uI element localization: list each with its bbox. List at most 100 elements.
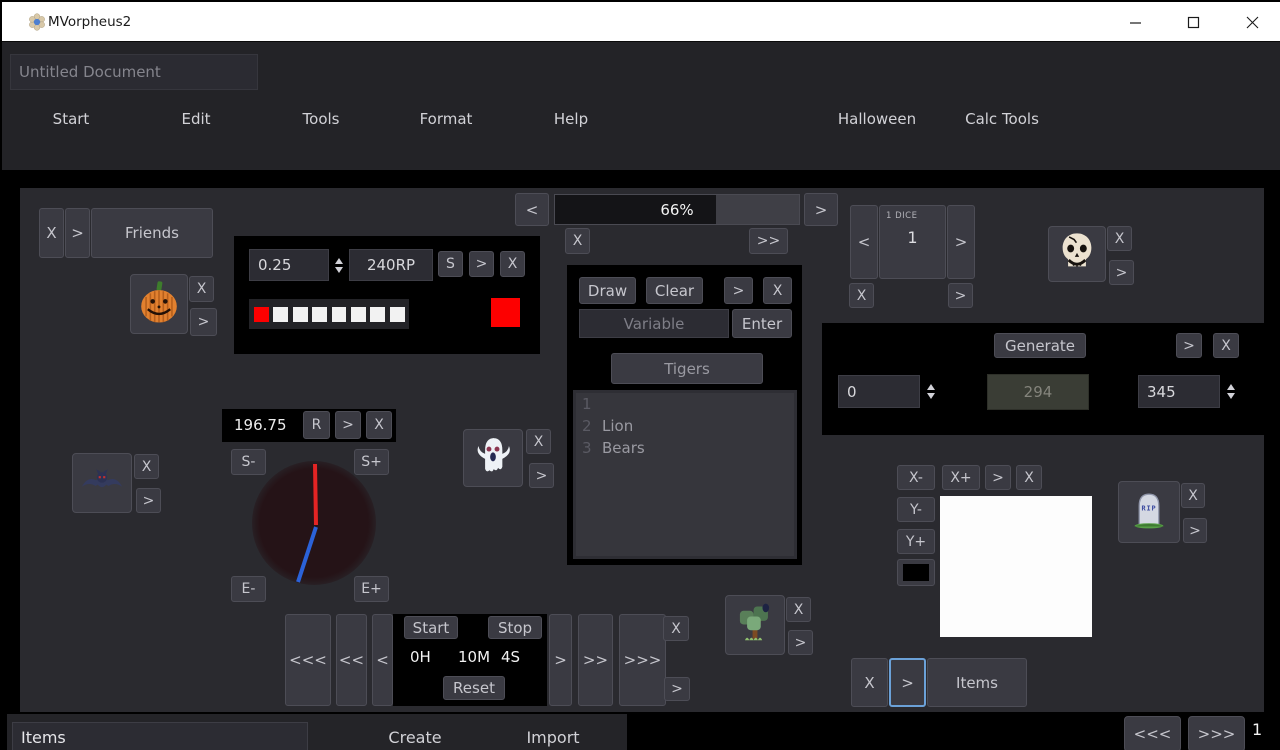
dial-pop-button[interactable]: >: [335, 411, 361, 439]
transport-fwd3-button[interactable]: >>>: [619, 614, 666, 706]
transport-fwd1-button[interactable]: >: [549, 614, 572, 706]
percent-inc-button[interactable]: >: [804, 193, 838, 226]
transport-back2-button[interactable]: <<: [336, 614, 367, 706]
dice-dec-button[interactable]: <: [850, 205, 878, 279]
transport-back3-button[interactable]: <<<: [285, 614, 331, 706]
page-back-button[interactable]: <<<: [1124, 716, 1181, 750]
reset-button[interactable]: Reset: [443, 676, 505, 700]
tree-pop-button[interactable]: >: [788, 630, 813, 655]
rate-value-input[interactable]: 0.25: [249, 249, 329, 281]
bat-close-button[interactable]: X: [134, 454, 159, 479]
transport-close-button[interactable]: X: [663, 616, 689, 641]
items-close-button[interactable]: X: [851, 658, 888, 707]
generate-button[interactable]: Generate: [994, 333, 1086, 358]
friends-close-button[interactable]: X: [39, 208, 64, 258]
variables-close-button[interactable]: X: [763, 277, 792, 304]
items-pop-button[interactable]: >: [889, 658, 926, 707]
menu-halloween[interactable]: Halloween: [838, 110, 916, 128]
start-button[interactable]: Start: [404, 616, 458, 639]
maximize-button[interactable]: [1170, 2, 1216, 42]
plot-close-button[interactable]: X: [1016, 465, 1042, 490]
pumpkin-pop-button[interactable]: >: [190, 308, 217, 336]
dial-close-button[interactable]: X: [366, 411, 392, 439]
tree-button[interactable]: [725, 595, 785, 655]
rate-close-button[interactable]: X: [500, 251, 525, 277]
rate-unit-field[interactable]: 240RP: [349, 249, 433, 281]
generate-close-button[interactable]: X: [1213, 333, 1239, 358]
menu-start[interactable]: Start: [53, 110, 90, 128]
plot-x-inc-button[interactable]: X+: [942, 465, 980, 490]
skull-pop-button[interactable]: >: [1109, 260, 1134, 285]
percent-value: 66%: [555, 195, 799, 224]
page-fwd-button[interactable]: >>>: [1188, 716, 1245, 750]
title-bar[interactable]: MVorpheus2: [2, 2, 1280, 42]
percent-bar[interactable]: 66%: [554, 194, 800, 225]
minimize-button[interactable]: [1112, 2, 1158, 42]
dial-e-dec-button[interactable]: E-: [231, 576, 266, 602]
tree-close-button[interactable]: X: [786, 597, 811, 622]
progress-square: [312, 307, 327, 322]
menu-edit[interactable]: Edit: [181, 110, 210, 128]
document-title-input[interactable]: Untitled Document: [10, 54, 258, 90]
bat-button[interactable]: [72, 453, 132, 513]
menu-format[interactable]: Format: [420, 110, 473, 128]
friends-pop-button[interactable]: >: [65, 208, 90, 258]
tombstone-pop-button[interactable]: >: [1183, 518, 1207, 543]
rate-spinner[interactable]: [330, 249, 348, 281]
variables-list[interactable]: 1 2 Lion 3 Bears: [573, 390, 797, 559]
bottom-create-menu[interactable]: Create: [388, 728, 441, 747]
draw-button[interactable]: Draw: [579, 277, 636, 304]
generate-pop-button[interactable]: >: [1176, 333, 1202, 358]
plot-y-inc-button[interactable]: Y+: [897, 529, 935, 554]
bottom-items-field[interactable]: Items: [12, 722, 308, 750]
dial-e-inc-button[interactable]: E+: [354, 576, 389, 602]
tombstone-button[interactable]: RIP: [1118, 481, 1180, 543]
variables-pop-button[interactable]: >: [724, 277, 753, 304]
skull-button[interactable]: [1048, 226, 1106, 282]
enter-button[interactable]: Enter: [732, 309, 792, 338]
ghost-close-button[interactable]: X: [526, 429, 551, 454]
bat-pop-button[interactable]: >: [136, 488, 161, 513]
pumpkin-button[interactable]: [130, 274, 188, 334]
plot-y-dec-button[interactable]: Y-: [897, 497, 935, 522]
bottom-import-menu[interactable]: Import: [526, 728, 579, 747]
red-indicator-square: [491, 298, 520, 327]
menu-tools[interactable]: Tools: [303, 110, 340, 128]
plot-x-dec-button[interactable]: X-: [897, 465, 935, 490]
percent-fwd-button[interactable]: >>: [749, 228, 788, 254]
ghost-pop-button[interactable]: >: [529, 463, 554, 488]
rate-s-button[interactable]: S: [438, 251, 463, 277]
dial-r-button[interactable]: R: [303, 411, 330, 439]
skull-close-button[interactable]: X: [1107, 226, 1132, 251]
rate-pop-button[interactable]: >: [469, 251, 494, 277]
ghost-button[interactable]: [463, 429, 523, 487]
generate-end-input[interactable]: 345: [1138, 375, 1220, 408]
transport-fwd2-button[interactable]: >>: [578, 614, 613, 706]
items-button[interactable]: Items: [927, 658, 1027, 707]
menu-calc-tools[interactable]: Calc Tools: [965, 110, 1039, 128]
clear-button[interactable]: Clear: [646, 277, 703, 304]
stop-button[interactable]: Stop: [488, 616, 542, 639]
pumpkin-close-button[interactable]: X: [189, 276, 214, 302]
list-title-button[interactable]: Tigers: [611, 353, 763, 384]
plot-pop-button[interactable]: >: [985, 465, 1011, 490]
dice-close-button[interactable]: X: [849, 283, 874, 308]
menu-help[interactable]: Help: [554, 110, 588, 128]
generate-start-input[interactable]: 0: [838, 375, 920, 408]
variable-input[interactable]: Variable: [579, 309, 729, 338]
transport-back1-button[interactable]: <: [372, 614, 393, 706]
color-swatch-button[interactable]: [897, 559, 935, 586]
percent-dec-button[interactable]: <: [515, 193, 549, 226]
dice-inc-button[interactable]: >: [947, 205, 975, 279]
list-item-number: 2: [582, 417, 600, 435]
tombstone-close-button[interactable]: X: [1181, 483, 1205, 508]
drawing-canvas[interactable]: [940, 496, 1092, 637]
generate-start-spinner[interactable]: [922, 375, 940, 408]
percent-close-button[interactable]: X: [565, 228, 590, 254]
close-window-button[interactable]: [1229, 2, 1275, 42]
progress-square: [273, 307, 288, 322]
generate-end-spinner[interactable]: [1222, 375, 1240, 408]
transport-pop-button[interactable]: >: [664, 677, 690, 701]
friends-button[interactable]: Friends: [91, 208, 213, 258]
dice-pop-button[interactable]: >: [948, 283, 973, 308]
